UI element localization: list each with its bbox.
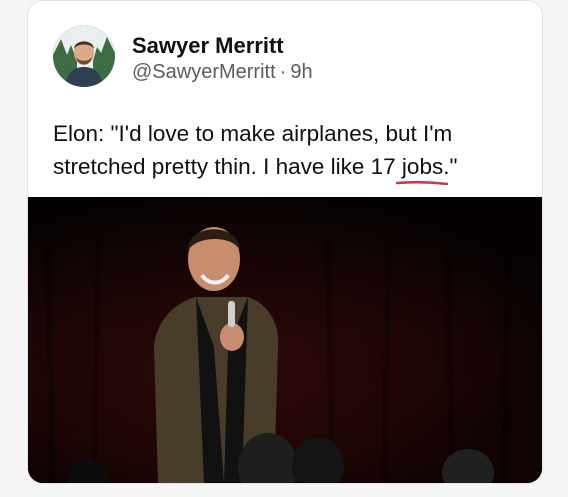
red-underline-mark [396, 181, 448, 185]
meta-separator: · [279, 61, 287, 83]
tweet-meta: @SawyerMerritt · 9h [132, 61, 313, 84]
tweet-text-line: stretched pretty thin. I have like 17 jo… [53, 154, 458, 179]
tweet-media-photo[interactable] [28, 197, 542, 483]
avatar[interactable] [53, 25, 115, 87]
tweet-header: Sawyer Merritt @SawyerMerritt · 9h Elon: "… [28, 1, 542, 197]
author-name[interactable]: Sawyer Merritt [132, 33, 284, 59]
tweet-text: Elon: "I'd love to make airplanes, but I… [53, 117, 533, 183]
tweet-card[interactable]: Sawyer Merritt @SawyerMerritt · 9h Elon: "… [27, 0, 543, 484]
tweet-text-line: Elon: "I'd love to make airplanes, but I… [53, 121, 453, 146]
author-handle[interactable]: @SawyerMerritt [132, 61, 276, 83]
photo-of-speaker-on-stage [28, 197, 542, 483]
tweet-time[interactable]: 9h [290, 61, 312, 83]
